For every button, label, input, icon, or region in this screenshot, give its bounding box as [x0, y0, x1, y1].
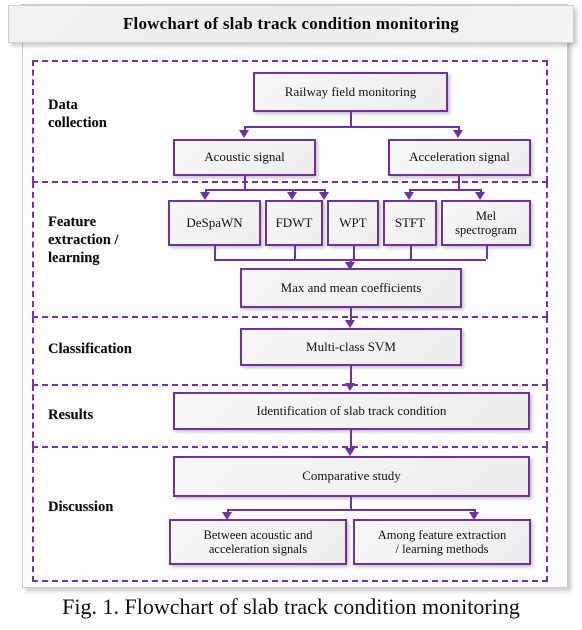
connector-despawn-down: [214, 246, 216, 259]
node-between-signals-line2: acceleration signals: [208, 542, 308, 556]
node-mel-spectrogram-label: Mel spectrogram: [455, 209, 517, 238]
node-identification-label: Identification of slab track condition: [256, 402, 447, 418]
band-divider-1: [32, 181, 548, 183]
stage-label-feature-extraction: Feature extraction / learning: [48, 213, 118, 267]
node-among-methods-line1: Among feature extraction: [377, 527, 507, 542]
arrow-to-fdwt: [287, 192, 297, 200]
node-railway-field-monitoring[interactable]: Railway field monitoring: [253, 72, 448, 112]
flowchart-diagram: Data collection Feature extraction / lea…: [0, 0, 582, 630]
connector-stft-down: [410, 246, 412, 259]
stage-label-feature-line2: extraction /: [48, 232, 119, 249]
node-acoustic-signal-label: Acoustic signal: [204, 149, 285, 165]
band-divider-3: [32, 384, 548, 386]
connector-acceleration-down: [458, 176, 460, 189]
figure-caption: Fig. 1. Flowchart of slab track conditio…: [62, 594, 520, 619]
band-divider-4: [32, 446, 548, 448]
connector-acceleration-split: [409, 189, 480, 191]
arrow-to-acoustic: [239, 130, 249, 138]
arrow-to-stft: [404, 192, 414, 200]
node-between-signals[interactable]: Between acoustic and acceleration signal…: [169, 519, 347, 565]
stage-label-data-collection-line2: collection: [48, 115, 107, 132]
node-mel-spectrogram-line1: Mel: [475, 208, 497, 223]
connector-comparative-down: [350, 497, 352, 509]
node-acoustic-signal[interactable]: Acoustic signal: [173, 139, 316, 176]
node-among-methods[interactable]: Among feature extraction / learning meth…: [353, 519, 531, 565]
connector-wpt-down: [353, 246, 355, 259]
arrow-to-despawn: [200, 192, 210, 200]
node-railway-field-monitoring-label: Railway field monitoring: [284, 83, 417, 99]
node-between-signals-line1: Between acoustic and: [203, 527, 313, 542]
arrow-to-wpt: [319, 192, 329, 200]
node-comparative-study[interactable]: Comparative study: [173, 456, 530, 497]
connector-acoustic-split: [205, 189, 324, 191]
node-stft[interactable]: STFT: [383, 200, 437, 246]
connector-acoustic-down: [244, 176, 246, 189]
node-wpt-label: WPT: [339, 214, 367, 230]
stage-label-classification: Classification: [48, 341, 132, 357]
connector-railway-split: [244, 126, 458, 128]
node-despawn[interactable]: DeSpaWN: [168, 200, 261, 246]
node-wpt[interactable]: WPT: [327, 200, 379, 246]
node-max-mean-coefficients[interactable]: Max and mean coefficients: [240, 268, 462, 308]
stage-label-feature-line3: learning: [48, 250, 100, 267]
node-mel-spectrogram-line2: spectrogram: [455, 223, 517, 237]
connector-mel-down: [486, 246, 488, 259]
arrow-to-mel: [475, 192, 485, 200]
node-between-signals-label: Between acoustic and acceleration signal…: [204, 528, 313, 557]
connector-railway-down: [350, 112, 352, 126]
node-multi-class-svm[interactable]: Multi-class SVM: [240, 328, 462, 366]
stage-label-discussion: Discussion: [48, 499, 114, 515]
node-fdwt-label: FDWT: [275, 214, 313, 230]
node-despawn-label: DeSpaWN: [186, 214, 243, 230]
arrow-to-svm: [345, 320, 355, 328]
node-stft-label: STFT: [394, 214, 426, 230]
stage-label-feature-line1: Feature: [48, 214, 97, 230]
arrow-to-comparative-study: [345, 448, 355, 456]
node-identification[interactable]: Identification of slab track condition: [173, 392, 530, 430]
connector-comparative-split: [227, 509, 474, 511]
node-acceleration-signal-label: Acceleration signal: [409, 149, 510, 165]
stage-label-data-collection-line1: Data: [48, 97, 78, 113]
node-acceleration-signal[interactable]: Acceleration signal: [388, 139, 531, 176]
node-mel-spectrogram[interactable]: Mel spectrogram: [441, 200, 531, 246]
node-among-methods-line2: / learning methods: [395, 542, 489, 556]
connector-fdwt-down: [294, 246, 296, 259]
node-comparative-study-label: Comparative study: [302, 468, 401, 484]
stage-label-results: Results: [48, 407, 94, 423]
node-fdwt[interactable]: FDWT: [265, 200, 323, 246]
band-divider-2: [32, 316, 548, 318]
arrow-to-identification: [345, 383, 355, 391]
node-among-methods-label: Among feature extraction / learning meth…: [378, 528, 506, 557]
node-max-mean-coefficients-label: Max and mean coefficients: [280, 279, 422, 295]
node-multi-class-svm-label: Multi-class SVM: [306, 338, 396, 354]
stage-label-data-collection: Data collection: [48, 96, 107, 132]
arrow-to-acceleration: [453, 130, 463, 138]
